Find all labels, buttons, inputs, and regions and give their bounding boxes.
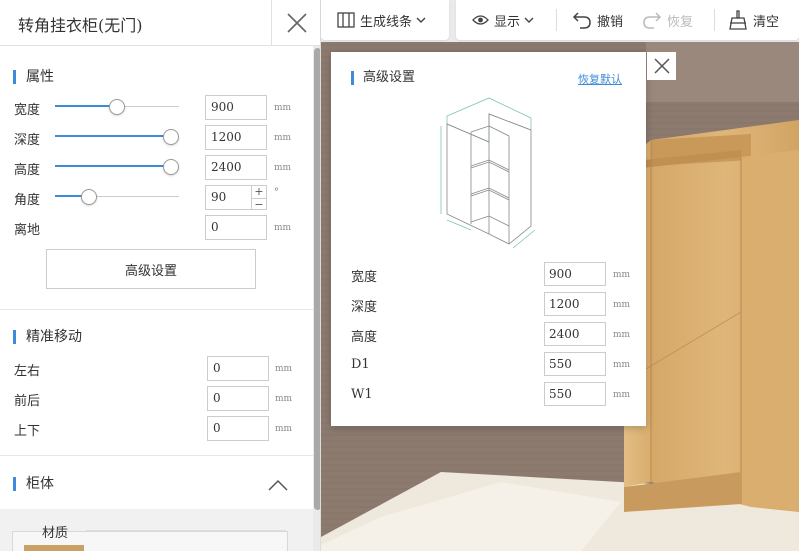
display-label: 显示 [494,14,521,30]
toolbar-separator [556,9,557,31]
height-label: 高度 [14,163,41,178]
material-swatch[interactable] [24,545,84,551]
generate-lines-label: 生成线条 [360,14,413,30]
depth-unit: mm [274,133,292,143]
generate-lines-button[interactable]: 生成线条 [337,0,431,40]
corner-wardrobe-diagram [440,97,536,249]
height-slider[interactable] [55,159,179,175]
left-right-input[interactable]: 0 [207,356,269,381]
adv-d1-label: D1 [351,357,370,372]
front-back-unit: mm [275,394,293,404]
top-toolbar: 生成线条 显示 撤销 恢复 清空 [321,0,799,42]
redo-icon [643,12,662,29]
undo-label: 撤销 [597,14,624,30]
close-icon [286,13,307,33]
height-input[interactable]: 2400 [205,155,267,180]
panel-close-button[interactable] [271,0,320,46]
clear-button[interactable]: 清空 [728,0,779,40]
angle-decrement-button[interactable]: − [252,198,266,210]
property-panel: 转角挂衣柜(无门) 属性 宽度 900 mm 深度 1200 mm 高度 240… [0,0,321,551]
ground-offset-label: 离地 [14,223,41,238]
chevron-up-icon[interactable] [266,477,290,493]
adv-w1-input[interactable]: 550 [544,382,606,406]
width-unit: mm [274,103,292,113]
depth-label: 深度 [14,133,41,148]
angle-label: 角度 [14,193,41,208]
undo-icon [572,12,591,29]
toolbar-separator [714,9,715,31]
wardrobe-right-column [741,150,799,512]
angle-slider[interactable] [55,189,179,205]
adv-width-input[interactable]: 900 [544,262,606,286]
left-right-unit: mm [275,364,293,374]
undo-button[interactable]: 撤销 [572,0,623,40]
adv-depth-input[interactable]: 1200 [544,292,606,316]
display-button[interactable]: 显示 [472,0,539,40]
advanced-settings-title: 高级设置 [351,71,415,85]
up-down-input[interactable]: 0 [207,416,269,441]
advanced-settings-close-button[interactable] [647,52,676,80]
panel-title: 转角挂衣柜(无门) [18,16,143,35]
adv-d1-unit: mm [613,360,631,370]
redo-button[interactable]: 恢复 [642,0,693,40]
up-down-label: 上下 [14,424,41,439]
width-slider-thumb[interactable] [109,99,125,115]
height-slider-thumb[interactable] [163,159,179,175]
front-back-input[interactable]: 0 [207,386,269,411]
broom-icon [729,10,747,30]
adv-width-unit: mm [613,270,631,280]
close-icon [653,58,670,74]
angle-slider-thumb[interactable] [81,189,97,205]
depth-slider[interactable] [55,129,179,145]
left-right-label: 左右 [14,364,41,379]
angle-stepper[interactable]: + − [252,185,267,210]
section-divider [0,455,313,456]
precise-move-section-title: 精准移动 [13,330,82,344]
redo-label: 恢复 [667,14,694,30]
toolbar-group-lines: 生成线条 [321,0,449,40]
adv-depth-label: 深度 [351,300,378,315]
depth-slider-thumb[interactable] [163,129,179,145]
toolbar-group-actions: 显示 撤销 恢复 清空 [456,0,799,40]
clear-label: 清空 [753,14,780,30]
adv-height-unit: mm [613,330,631,340]
material-label: 材质 [42,526,69,541]
adv-depth-unit: mm [613,300,631,310]
adv-w1-label: W1 [351,387,373,402]
chevron-down-icon [524,17,534,23]
ground-offset-input[interactable]: 0 [205,215,267,240]
adv-w1-unit: mm [613,390,631,400]
columns-icon [337,12,355,28]
angle-input[interactable]: 90 [205,185,252,210]
reset-defaults-link[interactable]: 恢复默认 [578,71,622,87]
up-down-unit: mm [275,424,293,434]
depth-input[interactable]: 1200 [205,125,267,150]
adv-width-label: 宽度 [351,270,378,285]
advanced-settings-button[interactable]: 高级设置 [46,249,256,289]
width-label: 宽度 [14,103,41,118]
adv-height-input[interactable]: 2400 [544,322,606,346]
adv-height-label: 高度 [351,330,378,345]
eye-icon [472,15,489,25]
properties-section-title: 属性 [13,70,54,84]
ground-offset-unit: mm [274,223,292,233]
material-divider [86,530,286,531]
scrollbar-thumb[interactable] [314,48,320,510]
angle-increment-button[interactable]: + [252,186,266,198]
panel-header: 转角挂衣柜(无门) [0,0,320,46]
chevron-down-icon [416,17,426,23]
height-unit: mm [274,163,292,173]
section-divider [0,309,313,310]
advanced-settings-dialog: 高级设置 恢复默认 宽度 900 mm 深度 1200 mm 高度 2400 m… [331,52,646,426]
adv-d1-input[interactable]: 550 [544,352,606,376]
width-input[interactable]: 900 [205,95,267,120]
front-back-label: 前后 [14,394,41,409]
angle-unit: ° [274,187,279,198]
width-slider[interactable] [55,99,179,115]
cabinet-section-title: 柜体 [13,477,54,491]
